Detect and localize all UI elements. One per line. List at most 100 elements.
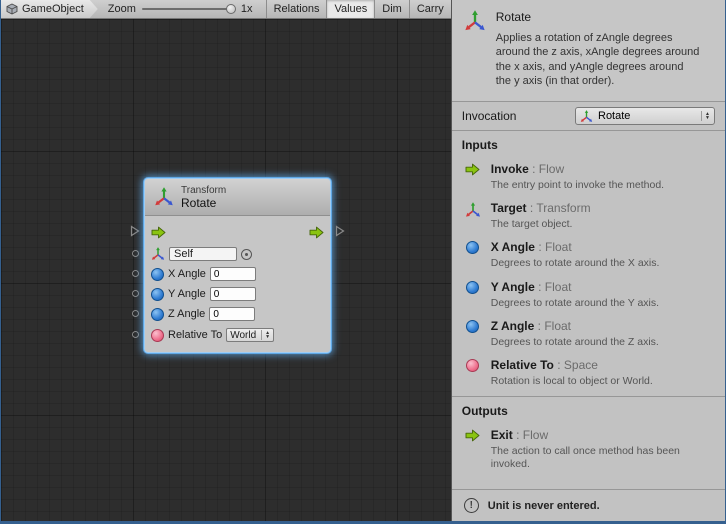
float-port-icon[interactable] [151,288,164,301]
dim-button[interactable]: Dim [374,0,409,18]
x-angle-port[interactable] [132,270,139,277]
port-type: Flow [513,428,548,442]
invoke-flow-arrow-icon[interactable] [151,226,166,239]
graph-panel: GameObject Zoom 1x Relations Values Dim … [1,0,452,521]
transform-axes-icon [154,187,174,207]
port-name: Y Angle [491,280,535,294]
invocation-dropdown[interactable]: Rotate ▲▼ [575,107,715,125]
zoom-slider-thumb[interactable] [226,4,236,14]
port-description: The entry point to invoke the method. [491,179,664,192]
dropdown-arrows-icon: ▲▼ [701,111,710,121]
flow-arrow-icon [465,429,480,442]
float-port-icon [466,241,479,254]
z-angle-label: Z Angle [168,308,205,320]
y-angle-port[interactable] [132,290,139,297]
flow-arrow-icon [465,163,480,176]
warning-text: Unit is never entered. [488,500,600,512]
transform-axes-icon [464,10,486,32]
relative-to-label: Relative To [168,329,222,341]
port-description: The target object. [491,218,591,231]
self-object-field[interactable]: Self [169,247,237,261]
port-type: Float [535,240,572,254]
flow-output-port-icon[interactable] [335,225,345,237]
port-type: Transform [527,201,591,215]
relations-button[interactable]: Relations [266,0,327,18]
rotate-unit-node[interactable]: Transform Rotate Self [144,178,331,353]
port-description: Degrees to rotate around the Y axis. [491,297,659,310]
port-name: Invoke [491,162,529,176]
float-port-icon [466,281,479,294]
float-port-icon[interactable] [151,268,164,281]
transform-axes-icon [465,202,481,218]
port-type: Space [554,358,598,372]
toolbar-toggles: Relations Values Dim Carry [266,0,451,18]
port-type: Float [535,280,572,294]
port-description: Rotation is local to object or World. [491,375,653,388]
node-header[interactable]: Transform Rotate [145,179,330,216]
y-angle-label: Y Angle [168,288,206,300]
float-port-icon [466,320,479,333]
port-name: Relative To [491,358,554,372]
space-port-icon [466,359,479,372]
external-output-ports [331,178,349,353]
inspector-description: Applies a rotation of zAngle degrees aro… [496,31,701,88]
y-angle-row: Y Angle [145,284,330,304]
inputs-section-header: Inputs [452,131,725,157]
external-input-ports [126,178,144,353]
breadcrumb[interactable]: GameObject [1,0,98,18]
port-row-x-angle: X AngleFloat Degrees to rotate around th… [452,235,725,274]
port-row-invoke: InvokeFlow The entry point to invoke the… [452,157,725,196]
port-type: Float [534,319,571,333]
relative-to-row: Relative To World ▲▼ [145,324,330,346]
warning-bar: ! Unit is never entered. [452,489,725,521]
z-angle-port[interactable] [132,310,139,317]
relative-to-value: World [230,330,256,341]
port-description: Degrees to rotate around the Z axis. [491,336,659,349]
z-angle-input[interactable] [209,307,255,321]
inspector-panel: Rotate Applies a rotation of zAngle degr… [452,0,725,521]
port-name: X Angle [491,240,535,254]
values-button[interactable]: Values [326,0,374,18]
exit-flow-arrow-icon[interactable] [309,226,324,239]
node-subtitle: Rotate [181,197,226,210]
carry-button[interactable]: Carry [409,0,451,18]
self-row: Self [145,244,330,264]
bolt-graph-window: GameObject Zoom 1x Relations Values Dim … [0,0,726,524]
port-description: The action to call once method has been … [491,445,706,471]
exclamation-icon: ! [464,498,479,513]
node-wrapper: Transform Rotate Self [126,178,349,353]
node-body: Self X Angle Y Angle [145,216,330,352]
port-type: Flow [529,162,564,176]
port-row-z-angle: Z AngleFloat Degrees to rotate around th… [452,314,725,353]
node-title: Transform [181,185,226,197]
float-port-icon[interactable] [151,308,164,321]
y-angle-input[interactable] [210,287,256,301]
port-row-target: TargetTransform The target object. [452,196,725,235]
zoom-label: Zoom [108,3,136,15]
port-row-exit: ExitFlow The action to call once method … [452,423,725,475]
zoom-slider[interactable] [142,8,234,10]
gameobject-cube-icon [6,3,18,15]
relative-to-dropdown[interactable]: World ▲▼ [226,328,274,342]
port-name: Z Angle [491,319,535,333]
inspector-header: Rotate Applies a rotation of zAngle degr… [452,0,725,102]
object-picker-icon[interactable] [241,249,252,260]
port-name: Exit [491,428,513,442]
x-angle-input[interactable] [210,267,256,281]
relative-to-port[interactable] [132,331,139,338]
invocation-value: Rotate [598,110,694,122]
inspector-title: Rotate [496,10,701,24]
space-port-icon[interactable] [151,329,164,342]
node-titles: Transform Rotate [181,185,226,210]
outputs-section-header: Outputs [452,396,725,423]
flow-input-port-icon[interactable] [130,225,140,237]
zoom-value: 1x [241,3,253,15]
graph-toolbar: GameObject Zoom 1x Relations Values Dim … [1,0,451,19]
x-angle-row: X Angle [145,264,330,284]
graph-canvas[interactable]: Transform Rotate Self [1,19,451,521]
dropdown-arrows-icon: ▲▼ [261,330,270,340]
port-row-y-angle: Y AngleFloat Degrees to rotate around th… [452,275,725,314]
target-port[interactable] [132,250,139,257]
transform-axes-icon [151,247,165,261]
port-name: Target [491,201,527,215]
